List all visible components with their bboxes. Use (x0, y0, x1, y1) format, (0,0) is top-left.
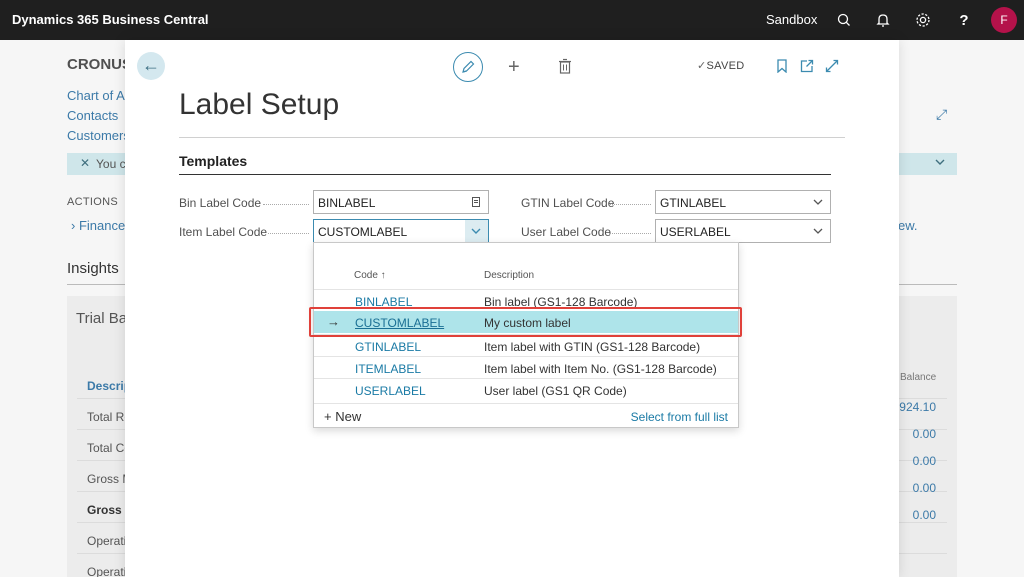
chevron-down-icon[interactable] (934, 156, 946, 168)
list-item-code[interactable]: USERLABEL (355, 384, 426, 398)
trash-icon[interactable] (558, 58, 572, 74)
plus-icon: + (324, 409, 332, 424)
list-item[interactable]: ITEMLABEL Item label with Item No. (GS1-… (314, 356, 738, 378)
title-divider (179, 137, 845, 138)
section-divider (179, 174, 831, 175)
gtin-label-code-value: GTINLABEL (660, 196, 727, 210)
close-icon[interactable]: ✕ (80, 156, 90, 170)
share-icon[interactable] (800, 59, 814, 73)
edit-button[interactable] (453, 52, 483, 82)
section-heading-templates[interactable]: Templates (179, 153, 247, 169)
table-row-label: Operati (87, 534, 127, 548)
field-leader (268, 233, 309, 234)
app-bar: Dynamics 365 Business Central Sandbox ? … (0, 0, 1024, 40)
user-label-code-value: USERLABEL (660, 225, 731, 239)
list-item-code[interactable]: ITEMLABEL (355, 362, 421, 376)
expand-icon[interactable]: ⤢ (936, 106, 947, 123)
list-item[interactable]: USERLABEL User label (GS1 QR Code) (314, 378, 738, 400)
insights-heading: Insights (67, 260, 119, 277)
bell-icon[interactable] (873, 10, 893, 30)
help-icon[interactable]: ? (954, 10, 974, 30)
chevron-down-icon[interactable] (470, 225, 482, 237)
back-arrow-icon[interactable]: ← (137, 52, 165, 80)
select-from-full-list-link[interactable]: Select from full list (631, 410, 728, 424)
finance-link[interactable]: › Finance (71, 218, 125, 233)
table-row-value[interactable]: 0.00 (913, 508, 936, 522)
user-label-code-label: User Label Code (521, 225, 612, 239)
lookup-icon[interactable] (470, 196, 482, 208)
nav-link-chart-of-accounts[interactable]: Chart of A (67, 88, 125, 103)
edit-pencil-icon (462, 60, 475, 73)
saved-label: SAVED (706, 60, 745, 72)
list-item-description: Item label with GTIN (GS1-128 Barcode) (484, 340, 701, 354)
bin-label-code-value: BINLABEL (318, 196, 376, 210)
list-item-description: User label (GS1 QR Code) (484, 384, 627, 398)
highlight-annotation (309, 307, 742, 337)
user-label-code-field[interactable]: USERLABEL (655, 219, 831, 243)
table-row-value[interactable]: 0.00 (913, 454, 936, 468)
table-row-value[interactable]: 0.00 (913, 427, 936, 441)
field-leader (610, 204, 651, 205)
page-title: Label Setup (179, 88, 340, 121)
expand-icon[interactable] (825, 59, 839, 73)
bin-label-code-label: Bin Label Code (179, 196, 262, 210)
gtin-label-code-field[interactable]: GTINLABEL (655, 190, 831, 214)
table-row-value[interactable]: 924.10 (899, 400, 936, 414)
finance-link-label: Finance (78, 218, 126, 233)
chevron-down-icon[interactable] (812, 225, 824, 237)
environment-label: Sandbox (766, 12, 818, 27)
actions-heading: ACTIONS (67, 196, 118, 208)
bin-label-code-field[interactable]: BINLABEL (313, 190, 489, 214)
view-link[interactable]: ew. (898, 218, 918, 233)
search-icon[interactable] (834, 10, 854, 30)
nav-link-contacts[interactable]: Contacts (67, 108, 118, 123)
list-item-code[interactable]: GTINLABEL (355, 340, 421, 354)
app-title[interactable]: Dynamics 365 Business Central (12, 12, 209, 27)
company-name: CRONUS (67, 56, 133, 73)
table-row-label: Operati (87, 565, 127, 577)
field-leader (263, 204, 309, 205)
svg-text:?: ? (959, 12, 968, 29)
item-label-code-label: Item Label Code (179, 225, 268, 239)
plus-icon[interactable]: + (508, 57, 520, 77)
item-label-code-value: CUSTOMLABEL (318, 225, 408, 239)
checkmark-icon: ✓ (697, 60, 707, 72)
column-header-code[interactable]: Code ↑ (354, 270, 386, 281)
card-title: Trial Ba (76, 310, 128, 327)
chevron-down-icon[interactable] (812, 196, 824, 208)
new-label: New (335, 409, 362, 424)
nav-link-customers[interactable]: Customers (67, 128, 130, 143)
gear-icon[interactable] (913, 10, 933, 30)
bookmark-icon[interactable] (775, 59, 789, 73)
gtin-label-code-label: GTIN Label Code (521, 196, 615, 210)
avatar[interactable]: F (991, 7, 1017, 33)
field-leader (609, 233, 651, 234)
item-label-code-field[interactable]: CUSTOMLABEL (313, 219, 489, 243)
banner-text: You c (96, 157, 126, 171)
column-header-description[interactable]: Description (484, 270, 534, 281)
new-button[interactable]: + New (324, 409, 361, 424)
list-item[interactable]: GTINLABEL Item label with GTIN (GS1-128 … (314, 334, 738, 356)
saved-status: ✓SAVED (697, 59, 745, 72)
column-header-balance[interactable]: Balance (900, 372, 936, 383)
list-item-description: Item label with Item No. (GS1-128 Barcod… (484, 362, 717, 376)
table-row-value[interactable]: 0.00 (913, 481, 936, 495)
